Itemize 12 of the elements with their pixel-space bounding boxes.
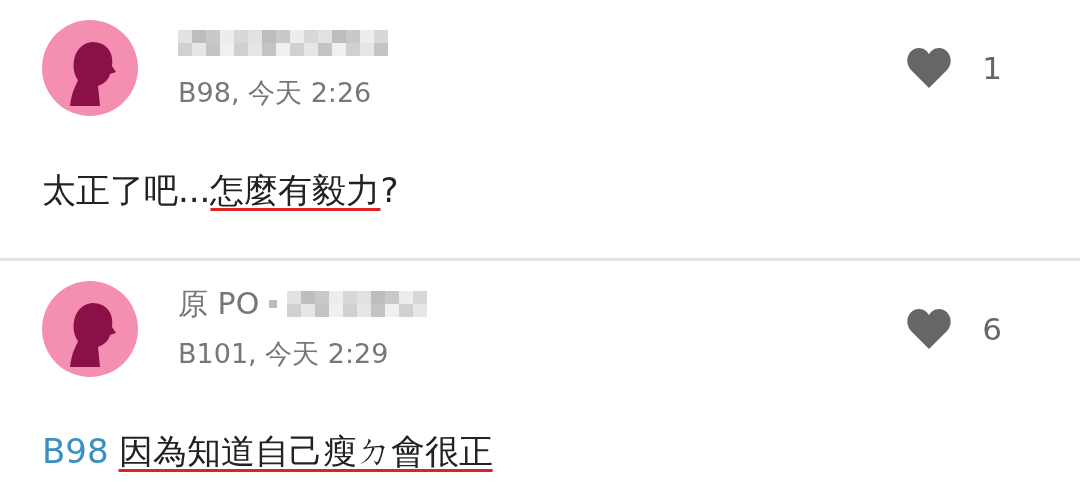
author-label: 原 PO — [178, 284, 260, 323]
reply-link[interactable]: B98 — [42, 431, 109, 471]
like-count: 6 — [982, 311, 1002, 347]
avatar-icon[interactable] — [42, 281, 138, 377]
comment-meta: B101, 今天 2:29 — [178, 337, 390, 371]
comment-text: B98 因為知道自己瘦ㄉ會很正 — [42, 430, 494, 473]
heart-icon[interactable] — [906, 48, 953, 88]
heart-icon[interactable] — [906, 309, 953, 349]
comment-text: 太正了吧...怎麼有毅力? — [42, 169, 400, 212]
like-count: 1 — [982, 50, 1002, 86]
comment-meta: B98, 今天 2:26 — [178, 76, 373, 110]
avatar-icon[interactable] — [42, 20, 138, 116]
